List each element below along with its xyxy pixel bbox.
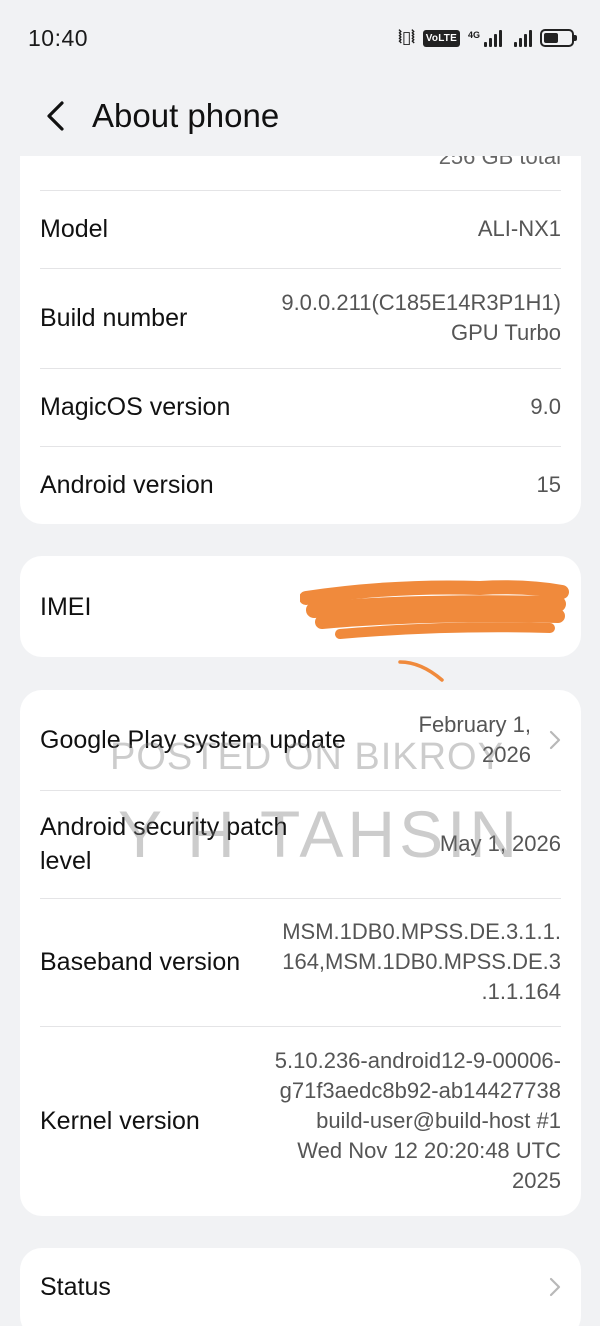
- build-number-row[interactable]: Build number 9.0.0.211(C185E14R3P1H1) GP…: [40, 268, 561, 368]
- android-version-row[interactable]: Android version 15: [40, 446, 561, 524]
- baseband-version-value: MSM.1DB0.MPSS.DE.3.1.1. 164,MSM.1DB0.MPS…: [282, 917, 561, 1007]
- chevron-right-icon: [541, 730, 561, 750]
- google-play-update-row[interactable]: Google Play system update February 1, 20…: [40, 690, 561, 790]
- network-type: 4G: [467, 30, 480, 40]
- page-title: About phone: [92, 97, 280, 134]
- google-play-update-label: Google Play system update: [40, 726, 346, 754]
- model-value: ALI-NX1: [477, 216, 561, 241]
- google-play-update-line: 2026: [482, 742, 531, 767]
- security-patch-label: Android security patch level: [40, 810, 287, 878]
- baseband-line: MSM.1DB0.MPSS.DE.3.1.1.: [282, 919, 561, 944]
- google-play-update-value: February 1, 2026: [419, 710, 532, 770]
- android-version-value: 15: [536, 472, 561, 497]
- google-play-update-value-group: February 1, 2026: [419, 710, 562, 770]
- security-patch-label-line: level: [40, 847, 92, 875]
- baseband-version-row[interactable]: Baseband version MSM.1DB0.MPSS.DE.3.1.1.…: [40, 898, 561, 1026]
- status-row[interactable]: Status: [40, 1248, 561, 1326]
- kernel-line: g71f3aedc8b92-ab14427738: [279, 1078, 561, 1103]
- build-number-line: GPU Turbo: [450, 320, 561, 345]
- android-version-label: Android version: [40, 471, 214, 499]
- build-number-value: 9.0.0.211(C185E14R3P1H1) GPU Turbo: [281, 288, 561, 348]
- kernel-version-row[interactable]: Kernel version 5.10.236-android12-9-0000…: [40, 1026, 561, 1216]
- security-patch-label-line: Android security patch: [40, 813, 288, 841]
- magicos-version-label: MagicOS version: [40, 393, 231, 421]
- baseband-line: 164,MSM.1DB0.MPSS.DE.3: [282, 949, 561, 974]
- device-info-card: 256 GB total Model ALI-NX1 Build number …: [20, 156, 581, 524]
- signal-icon: [484, 29, 502, 47]
- back-arrow-icon[interactable]: [44, 98, 74, 134]
- build-number-label: Build number: [40, 304, 188, 332]
- status-icons: ⦚▯⦚ VoLTE 4G: [398, 28, 577, 48]
- model-row[interactable]: Model ALI-NX1: [40, 190, 561, 268]
- imei-redaction: [300, 580, 569, 639]
- status-time: 10:40: [28, 24, 89, 51]
- battery-icon: [540, 29, 577, 47]
- kernel-line: build-user@build-host #1: [316, 1108, 561, 1133]
- baseband-version-label: Baseband version: [40, 948, 241, 976]
- security-patch-row[interactable]: Android security patch level May 1, 2026: [40, 790, 561, 898]
- chevron-right-icon: [541, 1277, 561, 1297]
- imei-card: IMEI: [20, 556, 581, 657]
- redaction-stroke: [398, 660, 444, 682]
- app-header: About phone: [0, 76, 600, 156]
- status-label: Status: [40, 1273, 111, 1301]
- system-info-card: Google Play system update February 1, 20…: [20, 690, 581, 1216]
- settings-scroll-area[interactable]: 256 GB total Model ALI-NX1 Build number …: [0, 156, 600, 1326]
- model-label: Model: [40, 215, 109, 243]
- kernel-line: 2025: [512, 1168, 561, 1193]
- kernel-version-value: 5.10.236-android12-9-00006- g71f3aedc8b9…: [275, 1046, 561, 1196]
- baseband-line: .1.1.164: [481, 979, 561, 1004]
- kernel-line: Wed Nov 12 20:20:48 UTC: [297, 1138, 561, 1163]
- google-play-update-line: February 1,: [418, 712, 532, 737]
- kernel-line: 5.10.236-android12-9-00006-: [274, 1048, 561, 1073]
- build-number-line: 9.0.0.211(C185E14R3P1H1): [281, 290, 561, 315]
- signal-icon-sim2: [514, 29, 532, 47]
- kernel-version-label: Kernel version: [40, 1107, 200, 1135]
- magicos-version-row[interactable]: MagicOS version 9.0: [40, 368, 561, 446]
- imei-label: IMEI: [40, 592, 92, 621]
- status-card: Status: [20, 1248, 581, 1326]
- vibrate-icon: ⦚▯⦚: [398, 28, 415, 47]
- storage-value: 256 GB total: [438, 156, 561, 169]
- security-patch-value: May 1, 2026: [439, 831, 561, 856]
- magicos-version-value: 9.0: [530, 394, 561, 419]
- status-bar: 10:40 ⦚▯⦚ VoLTE 4G: [0, 0, 600, 76]
- volte-badge: VoLTE: [422, 29, 460, 47]
